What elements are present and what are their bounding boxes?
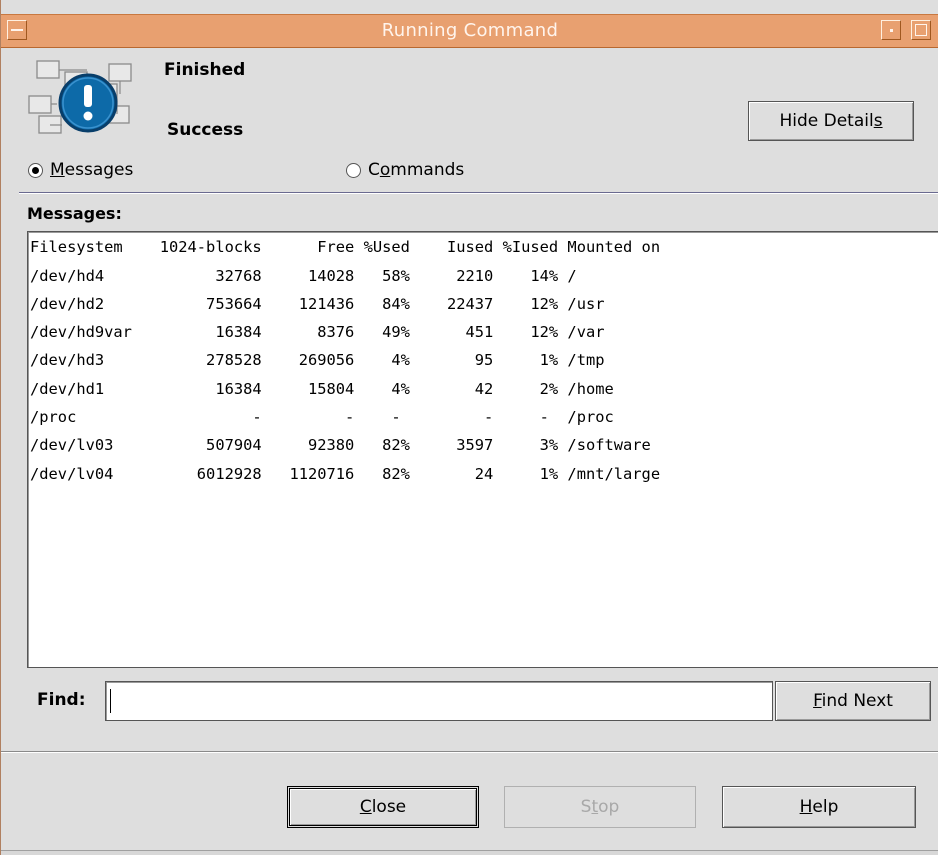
- help-button[interactable]: Help: [722, 786, 916, 828]
- message-line: /dev/hd9var 16384 8376 49% 451 12% /var: [30, 323, 605, 341]
- message-line: /dev/lv04 6012928 1120716 82% 24 1% /mnt…: [30, 465, 661, 483]
- maximize-icon: [915, 24, 927, 36]
- hide-details-button[interactable]: Hide Details: [748, 101, 914, 141]
- status-subtitle: Success: [167, 120, 244, 140]
- status-title: Finished: [164, 60, 246, 80]
- find-next-button[interactable]: Find Next: [775, 681, 931, 721]
- commands-mnemonic: o: [379, 160, 391, 180]
- message-line: /dev/hd2 753664 121436 84% 22437 12% /us…: [30, 295, 605, 313]
- running-command-dialog: Running Command Finished Success Hide De…: [0, 0, 938, 855]
- close-label: lose: [371, 797, 407, 817]
- close-button[interactable]: Close: [287, 786, 479, 828]
- messages-radio-label: essages: [64, 160, 134, 180]
- find-label: Find:: [37, 690, 86, 710]
- title-bar[interactable]: Running Command: [1, 14, 938, 48]
- info-exclamation-icon: [28, 60, 132, 134]
- divider: [19, 192, 938, 194]
- messages-mnemonic: M: [50, 160, 65, 180]
- message-line: /dev/hd3 278528 269056 4% 95 1% /tmp: [30, 351, 605, 369]
- messages-label: Messages:: [27, 204, 122, 223]
- stop-label: op: [598, 797, 620, 817]
- find-next-mnemonic: F: [813, 691, 822, 711]
- minimize-button[interactable]: [881, 20, 901, 40]
- message-line: /proc - - - - - /proc: [30, 408, 614, 426]
- messages-radio-option[interactable]: Messages: [28, 160, 133, 184]
- stop-label-pre: S: [580, 797, 592, 817]
- message-line: /dev/hd4 32768 14028 58% 2210 14% /: [30, 267, 577, 285]
- commands-radio[interactable]: [346, 162, 361, 178]
- message-line: Filesystem 1024-blocks Free %Used Iused …: [30, 238, 661, 256]
- hide-details-label: Hide Detail: [779, 111, 874, 131]
- find-next-label: ind Next: [821, 691, 893, 711]
- minimize-icon: [890, 29, 893, 32]
- commands-radio-label-pre: C: [368, 160, 380, 180]
- maximize-button[interactable]: [911, 20, 931, 40]
- button-bar-divider: [1, 751, 938, 753]
- commands-radio-label: mmands: [390, 160, 465, 180]
- message-line: /dev/hd1 16384 15804 4% 42 2% /home: [30, 380, 614, 398]
- commands-radio-option[interactable]: Commands: [346, 160, 464, 184]
- close-mnemonic: C: [359, 797, 372, 817]
- hide-details-mnemonic: s: [873, 111, 883, 131]
- help-mnemonic: H: [799, 797, 813, 817]
- messages-radio[interactable]: [28, 162, 43, 178]
- window-title: Running Command: [381, 20, 559, 41]
- stop-button[interactable]: Stop: [504, 786, 696, 828]
- find-input[interactable]: [105, 681, 773, 721]
- message-line: /dev/lv03 507904 92380 82% 3597 3% /soft…: [30, 436, 651, 454]
- messages-text-area[interactable]: Filesystem 1024-blocks Free %Used Iused …: [27, 231, 938, 668]
- help-label: elp: [812, 797, 839, 817]
- window-bottom-edge: [1, 850, 938, 855]
- text-caret: [110, 689, 111, 713]
